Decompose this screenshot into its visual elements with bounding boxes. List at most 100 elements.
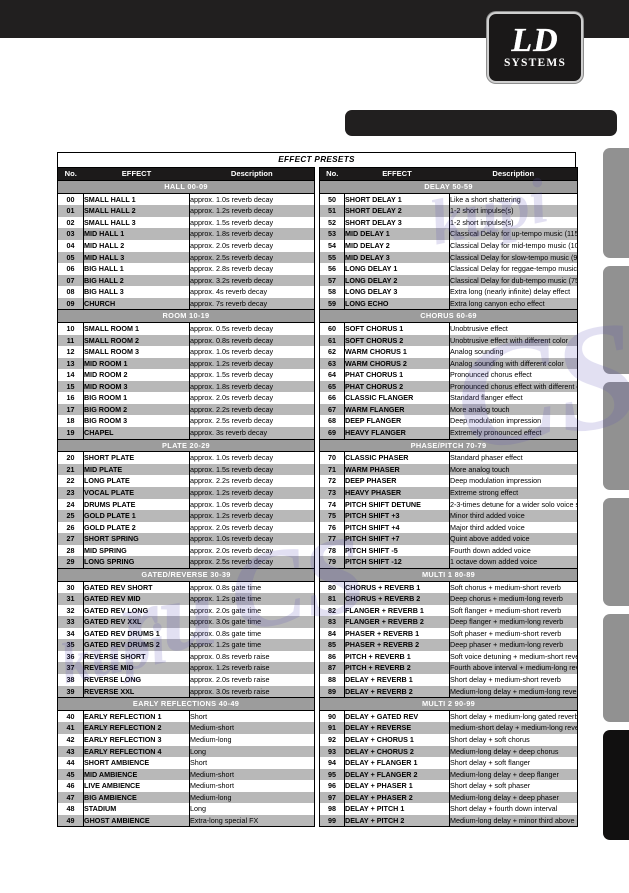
table-row: 07 BIG HALL 2 approx. 3.2s reverb decay xyxy=(57,274,315,287)
cell-effect-description: Deep modulation impression xyxy=(449,415,578,427)
table-row: 56 LONG DELAY 1 Classical Delay for reggae… xyxy=(319,263,578,275)
table-row: 43 EARLY REFLECTION 4 Long xyxy=(57,745,315,758)
cell-preset-number: 94 xyxy=(319,757,345,769)
cell-effect-description: medium-short delay + medium-long reverse… xyxy=(449,722,578,734)
cell-effect-name: DELAY + FLANGER 2 xyxy=(344,768,450,781)
cell-effect-name: LONG DELAY 1 xyxy=(344,263,450,275)
cell-preset-number: 20 xyxy=(57,451,84,464)
side-index-tab-6[interactable] xyxy=(603,730,629,840)
cell-preset-number: 62 xyxy=(319,346,345,358)
cell-effect-description: Analog sounding with different color xyxy=(449,357,578,370)
section-header-label: EARLY REFLECTIONS 40-49 xyxy=(57,697,315,711)
side-index-tab-1[interactable] xyxy=(603,148,629,258)
cell-effect-description: Deep flanger + medium-long reverb xyxy=(449,616,578,628)
side-index-tab-4[interactable] xyxy=(603,498,629,606)
cell-effect-name: LONG DELAY 3 xyxy=(344,286,450,298)
cell-effect-description: approx. 2.0s reverb raise xyxy=(189,673,315,686)
table-row: 76 PITCH SHIFT +4 Major third added voice xyxy=(319,521,578,534)
table-row: 87 PITCH + REVERB 2 Fourth above interval … xyxy=(319,662,578,674)
table-row: 39 REVERSE XXL approx. 3.0s reverb raise xyxy=(57,685,315,698)
cell-effect-name: WARM PHASER xyxy=(344,463,450,476)
cell-preset-number: 77 xyxy=(319,533,345,545)
cell-effect-name: EARLY REFLECTION 4 xyxy=(83,745,190,758)
cell-effect-name: BIG HALL 3 xyxy=(83,286,190,298)
cell-preset-number: 71 xyxy=(319,463,345,476)
table-row: 97 DELAY + PHASER 2 Medium-long delay + de… xyxy=(319,791,578,804)
cell-preset-number: 65 xyxy=(319,380,345,393)
table-row: 71 WARM PHASER More analog touch xyxy=(319,463,578,476)
cell-preset-number: 23 xyxy=(57,486,84,499)
table-row: 12 SMALL ROOM 3 approx. 1.0s reverb decay xyxy=(57,346,315,358)
cell-effect-name: GATED REV DRUMS 1 xyxy=(83,627,190,640)
cell-effect-name: PHAT CHORUS 2 xyxy=(344,380,450,393)
table-row: 55 MID DELAY 3 Classical Delay for slow-te… xyxy=(319,251,578,264)
cell-effect-description: approx. 0.5s reverb decay xyxy=(189,322,315,335)
table-row: 01 SMALL HALL 2 approx. 1.2s reverb decay xyxy=(57,205,315,217)
cell-preset-number: 60 xyxy=(319,322,345,335)
cell-effect-name: CHORUS + REVERB 2 xyxy=(344,593,450,605)
cell-preset-number: 32 xyxy=(57,604,84,617)
side-index-tab-3[interactable] xyxy=(603,382,629,490)
cell-effect-name: VOCAL PLATE xyxy=(83,486,190,499)
cell-effect-description: approx. 1.5s reverb decay xyxy=(189,463,315,476)
col-header-no-left: No. xyxy=(57,167,84,181)
cell-preset-number: 44 xyxy=(57,757,84,769)
header-black-strip xyxy=(345,110,617,136)
col-header-no-right: No. xyxy=(319,167,345,181)
effect-presets-title: EFFECT PRESETS xyxy=(57,152,576,167)
table-row: 51 SHORT DELAY 2 1-2 short impulse(s) xyxy=(319,205,578,217)
section-header-label: MULTI 2 90-99 xyxy=(319,697,578,711)
cell-effect-name: BIG AMBIENCE xyxy=(83,791,190,804)
cell-preset-number: 69 xyxy=(319,426,345,440)
cell-effect-name: BIG ROOM 2 xyxy=(83,403,190,416)
cell-effect-description: Short xyxy=(189,757,315,769)
cell-preset-number: 26 xyxy=(57,521,84,534)
cell-effect-name: FLANGER + REVERB 2 xyxy=(344,616,450,628)
cell-preset-number: 42 xyxy=(57,733,84,746)
section-header-label: MULTI 1 80-89 xyxy=(319,567,578,582)
preset-table-right: No. EFFECT Description DELAY 50-59 50 SHOR… xyxy=(319,166,578,828)
cell-effect-name: SMALL HALL 3 xyxy=(83,216,190,229)
cell-effect-name: CHAPEL xyxy=(83,426,190,440)
cell-preset-number: 50 xyxy=(319,193,345,206)
cell-effect-name: MID PLATE xyxy=(83,463,190,476)
cell-effect-description: Like a short shattering xyxy=(449,193,578,206)
cell-effect-name: GATED REV DRUMS 2 xyxy=(83,639,190,651)
cell-effect-name: LIVE AMBIENCE xyxy=(83,780,190,792)
section-header-label: PHASE/PITCH 70-79 xyxy=(319,438,578,453)
cell-preset-number: 46 xyxy=(57,780,84,792)
table-row: 06 BIG HALL 1 approx. 2.8s reverb decay xyxy=(57,263,315,275)
cell-effect-description: Medium-short xyxy=(189,722,315,734)
cell-effect-name: LONG PLATE xyxy=(83,475,190,487)
cell-preset-number: 59 xyxy=(319,297,345,310)
cell-effect-name: MID HALL 2 xyxy=(83,239,190,252)
cell-effect-description: Medium-long xyxy=(189,791,315,804)
table-row: 13 MID ROOM 1 approx. 1.2s reverb decay xyxy=(57,357,315,370)
cell-effect-name: DEEP PHASER xyxy=(344,475,450,487)
table-row: 69 HEAVY FLANGER Extremely pronounced effe… xyxy=(319,426,578,440)
cell-effect-description: More analog touch xyxy=(449,403,578,416)
cell-effect-description: Short delay + soft chorus xyxy=(449,733,578,746)
cell-preset-number: 56 xyxy=(319,263,345,275)
cell-effect-description: approx. 3.0s gate time xyxy=(189,616,315,628)
cell-preset-number: 61 xyxy=(319,334,345,347)
cell-effect-description: Fourth above interval + medium-long reve… xyxy=(449,662,578,674)
cell-effect-description: approx. 3.2s reverb decay xyxy=(189,274,315,287)
cell-preset-number: 38 xyxy=(57,673,84,686)
table-row: 33 GATED REV XXL approx. 3.0s gate time xyxy=(57,616,315,628)
cell-effect-description: approx. 2.0s reverb decay xyxy=(189,392,315,404)
cell-preset-number: 24 xyxy=(57,498,84,511)
cell-effect-description: Soft chorus + medium-short reverb xyxy=(449,581,578,594)
cell-preset-number: 73 xyxy=(319,486,345,499)
section-header-row: EARLY REFLECTIONS 40-49 xyxy=(57,697,315,711)
cell-preset-number: 00 xyxy=(57,193,84,206)
cell-preset-number: 91 xyxy=(319,722,345,734)
side-index-tab-2[interactable] xyxy=(603,266,629,374)
table-row: 18 BIG ROOM 3 approx. 2.5s reverb decay xyxy=(57,415,315,427)
table-row: 75 PITCH SHIFT +3 Minor third added voice xyxy=(319,510,578,522)
section-header-label: PLATE 20-29 xyxy=(57,438,315,453)
table-row: 42 EARLY REFLECTION 3 Medium-long xyxy=(57,733,315,746)
table-row: 26 GOLD PLATE 2 approx. 2.0s reverb decay xyxy=(57,521,315,534)
section-header-label: ROOM 10-19 xyxy=(57,309,315,324)
side-index-tab-5[interactable] xyxy=(603,614,629,722)
